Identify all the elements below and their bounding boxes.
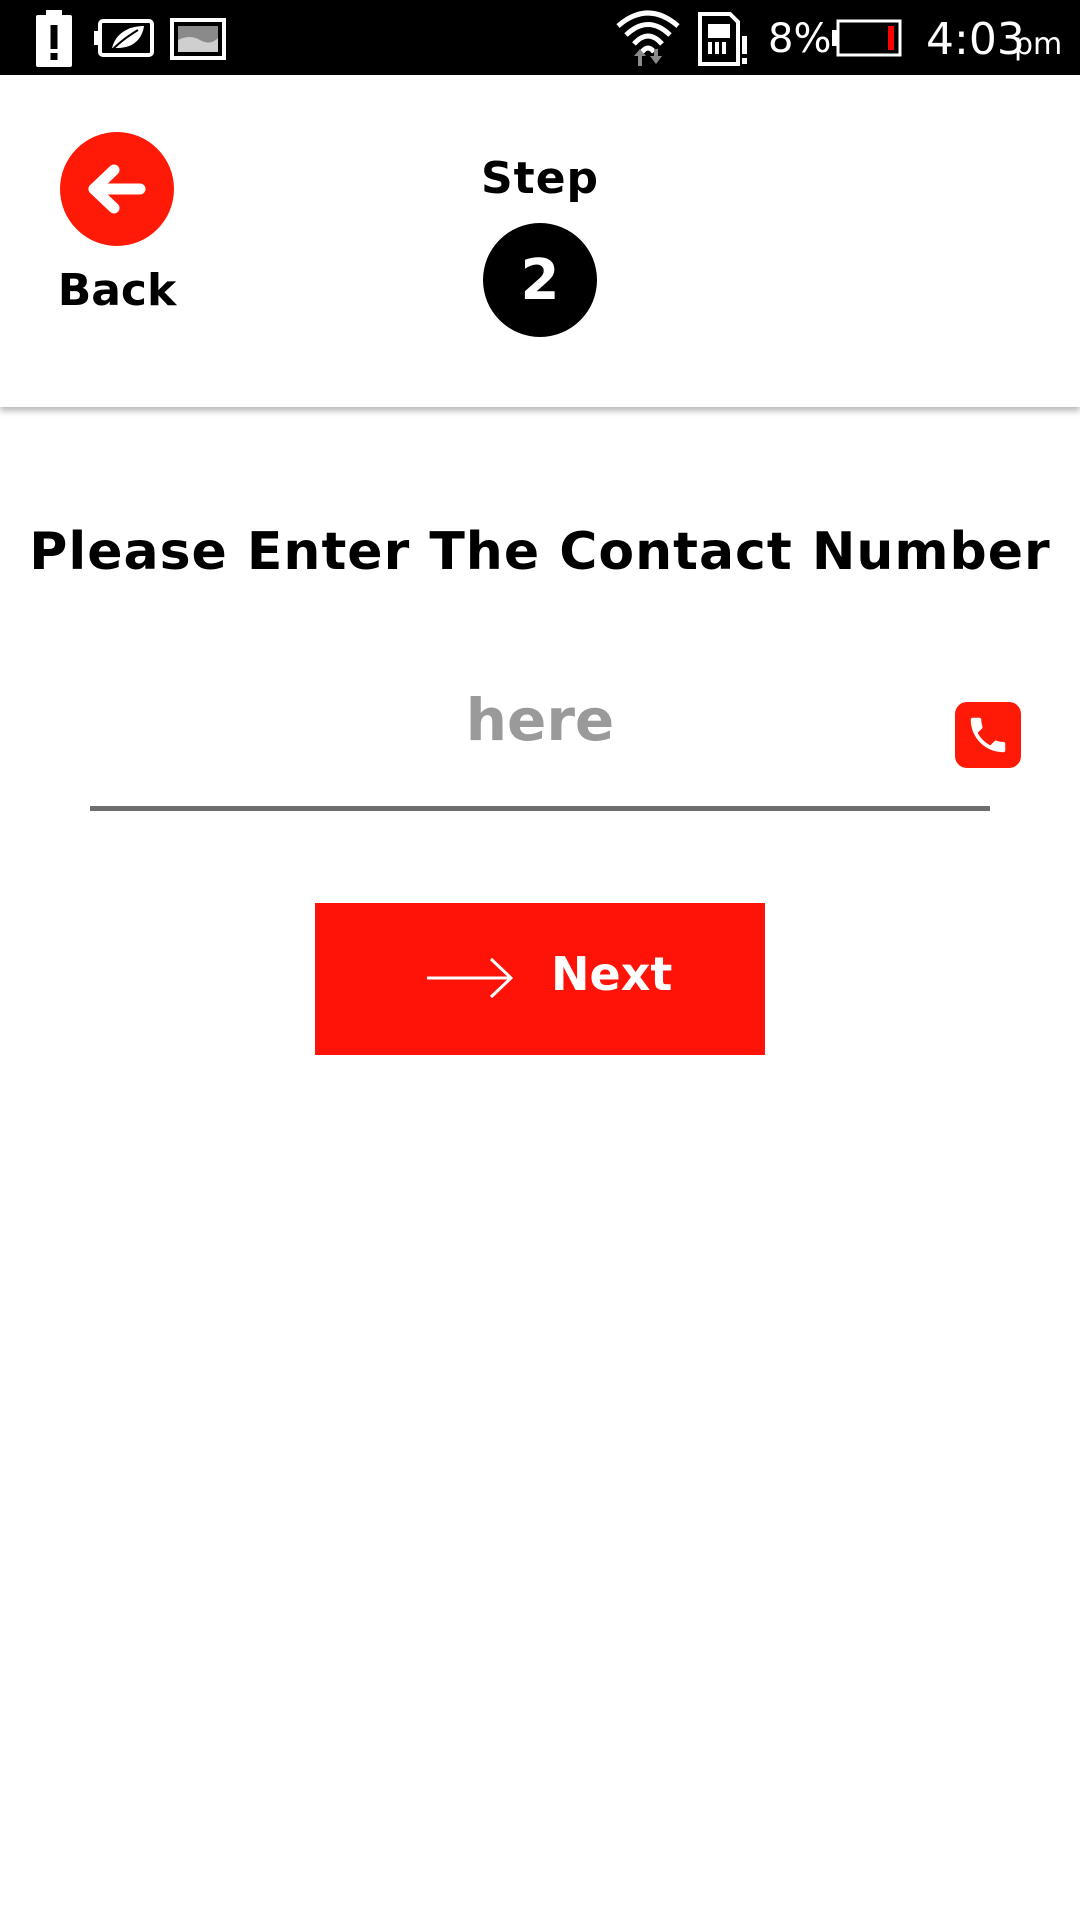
phone-input[interactable] (90, 680, 990, 760)
back-button[interactable] (60, 132, 174, 246)
phone-glyph-icon (970, 717, 1006, 753)
next-label: Next (551, 947, 673, 1001)
clock-ampm: pm (1014, 27, 1063, 62)
next-button[interactable]: Next (315, 903, 765, 1055)
step-label: Step (480, 153, 600, 204)
page-title: Please Enter The Contact Number (29, 522, 1051, 582)
input-underline (90, 806, 990, 811)
wifi-icon (616, 10, 680, 66)
arrow-right-icon (427, 957, 514, 999)
phone-icon[interactable] (955, 702, 1021, 768)
clock-time: 4:03 (926, 14, 1025, 65)
status-bar: 8% 4:03 pm (0, 0, 1080, 75)
back-label[interactable]: Back (16, 265, 218, 316)
gallery-icon (170, 18, 226, 60)
header: Back Step 2 (0, 75, 1080, 407)
battery-icon (832, 19, 902, 57)
arrow-left-icon (88, 164, 146, 214)
sim-alert-icon (698, 12, 747, 66)
step-badge: 2 (483, 223, 597, 337)
battery-percent: 8% (768, 16, 832, 62)
battery-saver-icon (94, 19, 154, 57)
battery-alert-icon (36, 10, 72, 67)
